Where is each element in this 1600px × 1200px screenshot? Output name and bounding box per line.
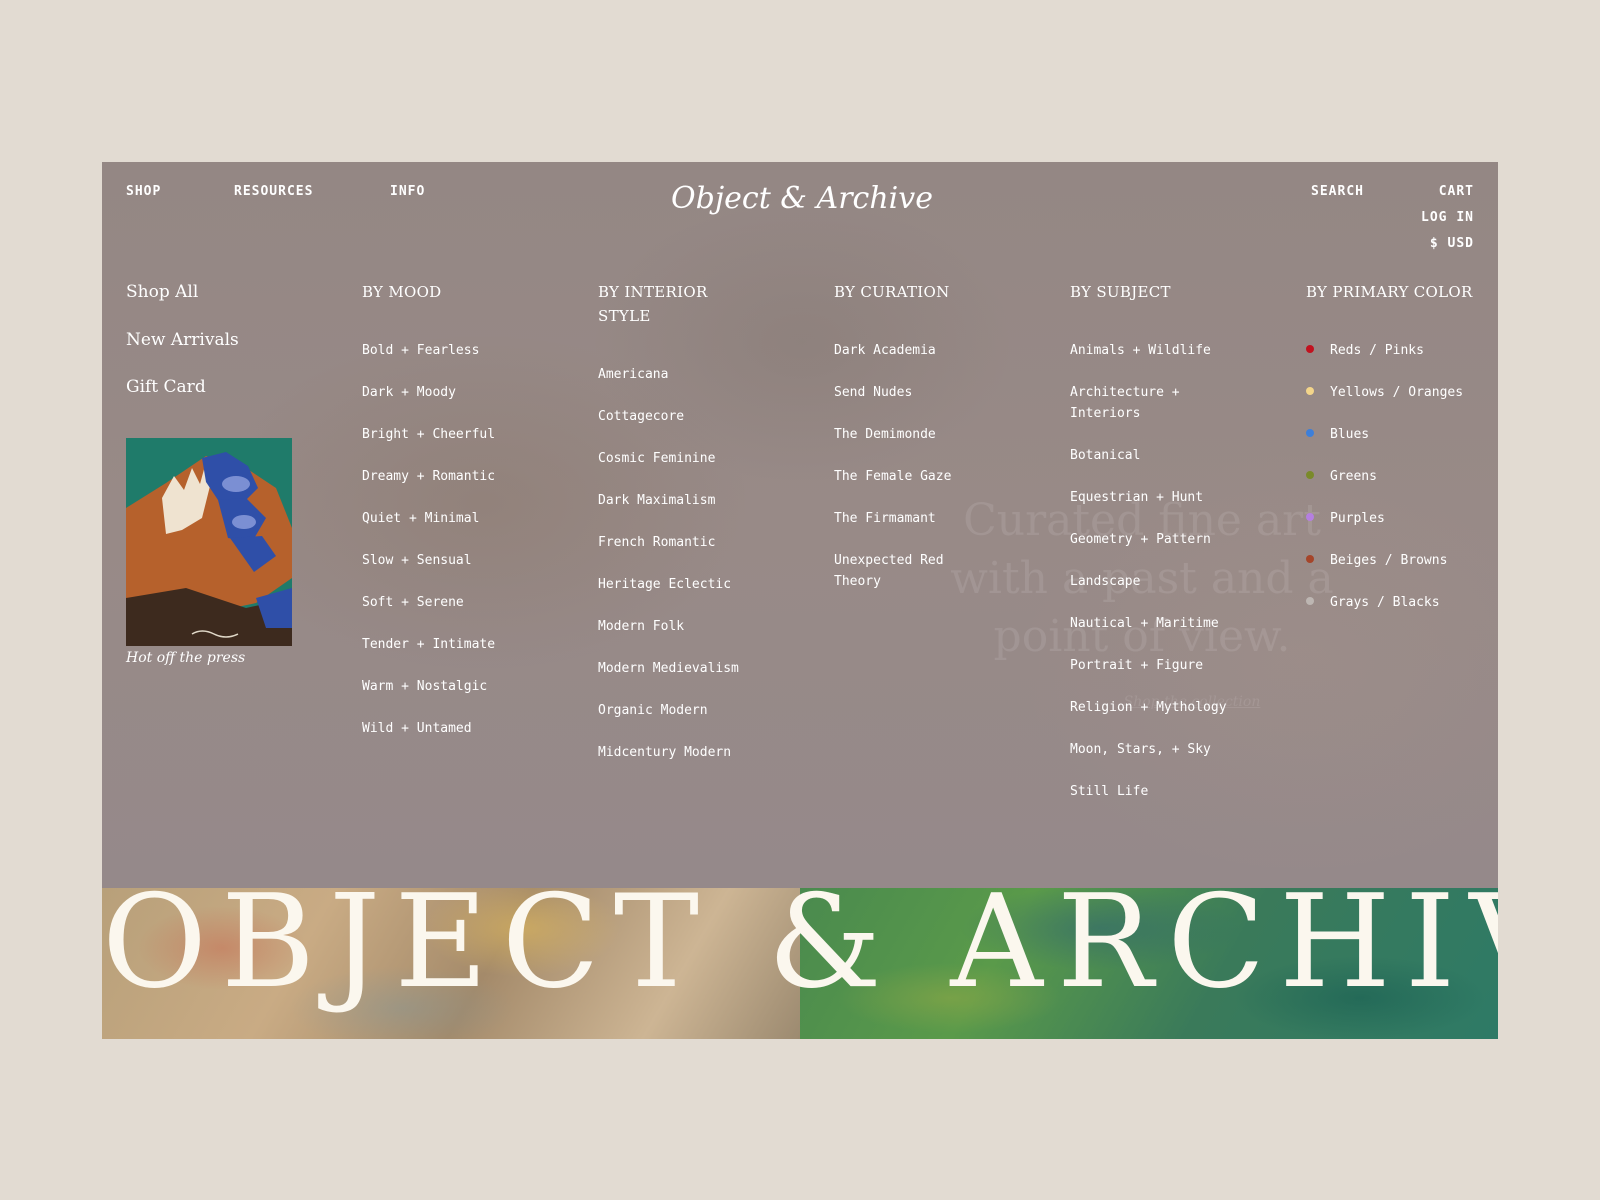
color-swatch-icon <box>1306 387 1314 395</box>
color-item-greens[interactable]: Greens <box>1306 466 1474 487</box>
color-item-reds[interactable]: Reds / Pinks <box>1306 340 1474 361</box>
shop-all-link[interactable]: Shop All <box>126 282 198 302</box>
curation-item[interactable]: Dark Academia <box>834 340 974 361</box>
subject-item[interactable]: Botanical <box>1070 445 1230 466</box>
mood-item[interactable]: Warm + Nostalgic <box>362 676 572 697</box>
heading-by-interior-style: BY INTERIOR STYLE <box>598 283 708 325</box>
interior-item[interactable]: Heritage Eclectic <box>598 574 808 595</box>
interior-item[interactable]: Dark Maximalism <box>598 490 808 511</box>
subject-item[interactable]: Architecture + Interiors <box>1070 382 1230 424</box>
mega-menu: SHOP RESOURCES INFO Object & Archive SEA… <box>102 162 1498 888</box>
curation-item[interactable]: The Firmamant <box>834 508 974 529</box>
color-item-purples[interactable]: Purples <box>1306 508 1474 529</box>
color-item-grays[interactable]: Grays / Blacks <box>1306 592 1474 613</box>
color-swatch-icon <box>1306 345 1314 353</box>
mood-item[interactable]: Bright + Cheerful <box>362 424 572 445</box>
logo-text: Object & Archive <box>672 181 932 216</box>
banner-wordmark: OBJECT & ARCHIVE <box>102 888 1498 1017</box>
cart-link[interactable]: CART <box>1439 184 1474 199</box>
interior-item[interactable]: Americana <box>598 364 808 385</box>
subject-item[interactable]: Landscape <box>1070 571 1230 592</box>
nav-shop[interactable]: SHOP <box>126 184 161 199</box>
promo-artwork[interactable] <box>126 438 292 646</box>
curation-item[interactable]: The Female Gaze <box>834 466 974 487</box>
color-item-label: Blues <box>1330 427 1370 442</box>
new-arrivals-link[interactable]: New Arrivals <box>126 330 239 350</box>
interior-item[interactable]: French Romantic <box>598 532 808 553</box>
menu-col-subject: BY SUBJECT Animals + Wildlife Architectu… <box>1070 280 1230 823</box>
mood-item[interactable]: Wild + Untamed <box>362 718 572 739</box>
interior-item[interactable]: Midcentury Modern <box>598 742 808 763</box>
heading-by-primary-color: BY PRIMARY COLOR <box>1306 283 1473 301</box>
interior-item[interactable]: Modern Folk <box>598 616 808 637</box>
curation-item[interactable]: Send Nudes <box>834 382 974 403</box>
interior-item[interactable]: Cottagecore <box>598 406 808 427</box>
mood-item[interactable]: Dark + Moody <box>362 382 572 403</box>
subject-item[interactable]: Geometry + Pattern <box>1070 529 1230 550</box>
interior-item[interactable]: Modern Medievalism <box>598 658 808 679</box>
color-item-beiges[interactable]: Beiges / Browns <box>1306 550 1474 571</box>
subject-item[interactable]: Portrait + Figure <box>1070 655 1230 676</box>
subject-item[interactable]: Still Life <box>1070 781 1230 802</box>
menu-col-color: BY PRIMARY COLOR Reds / Pinks Yellows / … <box>1306 280 1474 634</box>
search-link[interactable]: SEARCH <box>1311 184 1364 199</box>
nav-resources[interactable]: RESOURCES <box>234 184 313 199</box>
color-swatch-icon <box>1306 513 1314 521</box>
color-item-blues[interactable]: Blues <box>1306 424 1474 445</box>
color-swatch-icon <box>1306 555 1314 563</box>
color-item-label: Purples <box>1330 511 1385 526</box>
interior-item[interactable]: Organic Modern <box>598 700 808 721</box>
mood-item[interactable]: Soft + Serene <box>362 592 572 613</box>
menu-col-curation: BY CURATION Dark Academia Send Nudes The… <box>834 280 974 613</box>
mood-item[interactable]: Bold + Fearless <box>362 340 572 361</box>
curation-item[interactable]: Unexpected Red Theory <box>834 550 974 592</box>
heading-by-subject: BY SUBJECT <box>1070 283 1171 301</box>
subject-item[interactable]: Moon, Stars, + Sky <box>1070 739 1230 760</box>
color-item-label: Greens <box>1330 469 1377 484</box>
site-frame: Curated fine art with a past and a point… <box>102 162 1498 1039</box>
nav-info[interactable]: INFO <box>390 184 425 199</box>
color-item-label: Yellows / Oranges <box>1330 385 1464 400</box>
subject-item[interactable]: Equestrian + Hunt <box>1070 487 1230 508</box>
subject-item[interactable]: Nautical + Maritime <box>1070 613 1230 634</box>
login-link[interactable]: LOG IN <box>1421 210 1474 225</box>
subject-item[interactable]: Religion + Mythology <box>1070 697 1230 718</box>
currency-selector[interactable]: $ USD <box>1430 236 1474 251</box>
color-swatch-icon <box>1306 471 1314 479</box>
color-swatch-icon <box>1306 429 1314 437</box>
color-item-yellows[interactable]: Yellows / Oranges <box>1306 382 1474 403</box>
menu-col-mood: BY MOOD Bold + Fearless Dark + Moody Bri… <box>362 280 572 760</box>
interior-item[interactable]: Cosmic Feminine <box>598 448 808 469</box>
heading-by-curation: BY CURATION <box>834 283 950 301</box>
curation-item[interactable]: The Demimonde <box>834 424 974 445</box>
mood-item[interactable]: Quiet + Minimal <box>362 508 572 529</box>
mood-item[interactable]: Tender + Intimate <box>362 634 572 655</box>
color-item-label: Beiges / Browns <box>1330 553 1448 568</box>
color-swatch-icon <box>1306 597 1314 605</box>
heading-by-mood: BY MOOD <box>362 283 442 301</box>
gift-card-link[interactable]: Gift Card <box>126 377 206 397</box>
subject-item[interactable]: Animals + Wildlife <box>1070 340 1230 361</box>
promo-caption: Hot off the press <box>126 650 246 666</box>
mood-item[interactable]: Slow + Sensual <box>362 550 572 571</box>
color-item-label: Grays / Blacks <box>1330 595 1440 610</box>
site-logo[interactable]: Object & Archive <box>672 170 932 220</box>
wordmark-banner: OBJECT & ARCHIVE <box>102 888 1498 1039</box>
menu-col-interior: BY INTERIOR STYLE Americana Cottagecore … <box>598 280 739 784</box>
mood-item[interactable]: Dreamy + Romantic <box>362 466 572 487</box>
color-item-label: Reds / Pinks <box>1330 343 1424 358</box>
